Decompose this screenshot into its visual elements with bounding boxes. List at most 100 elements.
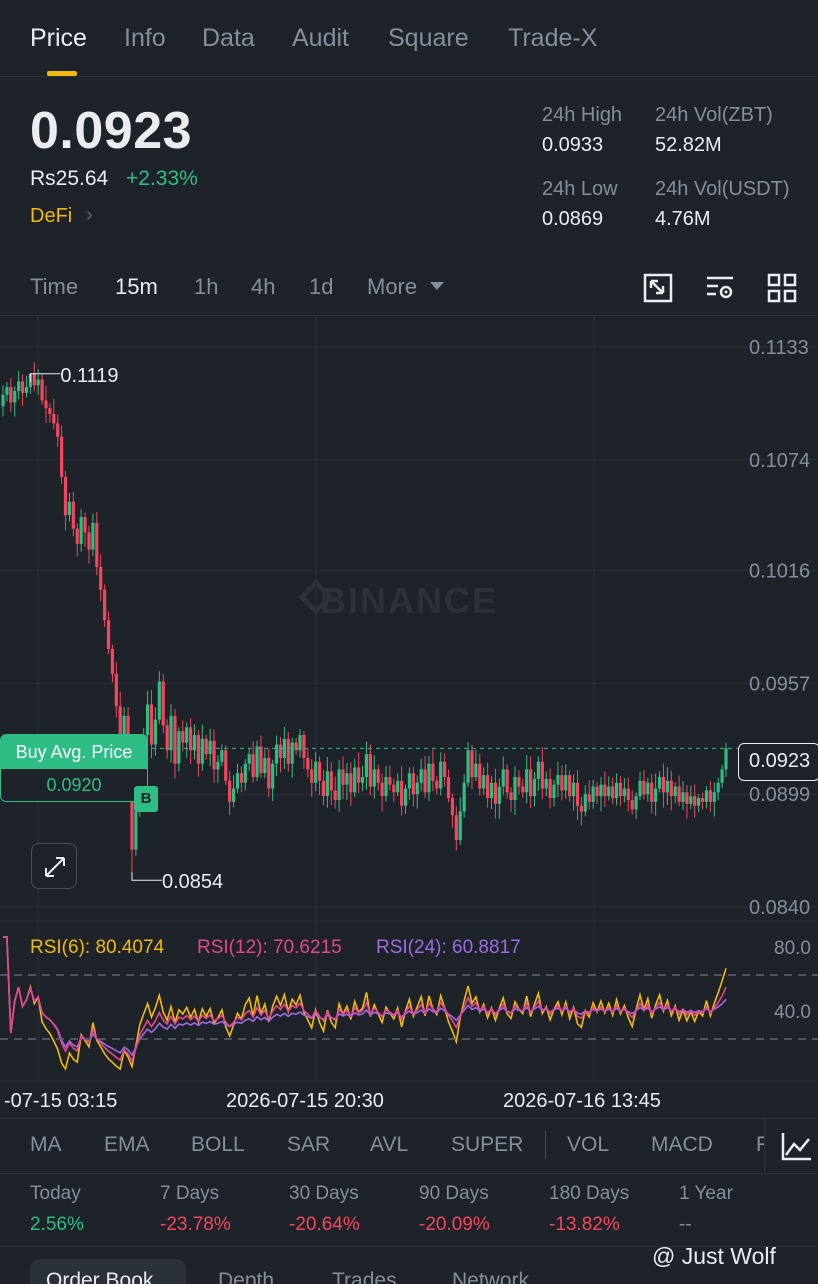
buy-avg-price-box[interactable]: Buy Avg. Price 0.0920 [0, 734, 148, 802]
indicator-boll[interactable]: BOLL [191, 1133, 245, 1157]
active-tab-indicator [47, 71, 77, 76]
candle-body [353, 767, 357, 793]
caret-down-icon [430, 282, 444, 290]
candle-body [146, 704, 150, 735]
candle-body [622, 788, 626, 797]
candle-body [181, 731, 185, 743]
indicator-ma[interactable]: MA [30, 1133, 62, 1157]
layout-grid-icon[interactable] [766, 272, 798, 304]
low-marker-label: 0.0854 [162, 871, 223, 893]
xtick-label: 2026-07-16 13:45 [503, 1090, 661, 1112]
candle-body [247, 754, 251, 764]
candle-body [642, 780, 646, 795]
tab-network[interactable]: Network [452, 1269, 529, 1284]
tab-price[interactable]: Price [30, 24, 87, 53]
perf-value: -23.78% [160, 1214, 231, 1235]
candle-body [431, 763, 435, 781]
candle-body [103, 589, 107, 621]
chart-canvas[interactable]: BINANCE 0.1133 0.1074 0.1016 0.0957 0.0899 0.… [0, 317, 818, 1117]
candle-body [364, 754, 369, 778]
category-tag[interactable]: DeFi [30, 205, 72, 228]
indicator-settings-button[interactable] [764, 1119, 818, 1173]
candle-body [521, 786, 525, 793]
candle-body [474, 763, 478, 778]
candle-body [626, 788, 630, 800]
tab-trade-x[interactable]: Trade-X [508, 24, 597, 53]
candle-body [646, 782, 650, 795]
tab-order-book[interactable]: Order Book [46, 1269, 153, 1284]
candle-body [403, 788, 408, 806]
interval-more[interactable]: More [367, 274, 417, 300]
candle-body [357, 767, 361, 783]
indicator-vol[interactable]: VOL [567, 1133, 609, 1157]
candle-body [591, 786, 595, 802]
indicator-super[interactable]: SUPER [451, 1133, 523, 1157]
stat-24h-vol-base-value: 52.82M [655, 134, 722, 156]
interval-15m[interactable]: 15m [115, 274, 158, 300]
candle-body [704, 790, 709, 802]
candle-body [575, 782, 580, 806]
candle-body [255, 746, 259, 778]
candle-body [673, 786, 677, 797]
tab-depth[interactable]: Depth [218, 1269, 274, 1284]
chart-fullscreen-icon[interactable] [642, 272, 674, 304]
candle-body [188, 727, 193, 751]
candle-body [493, 782, 498, 804]
candle-body [517, 777, 521, 787]
indicator-ema[interactable]: EMA [104, 1133, 150, 1157]
candle-body [525, 769, 529, 793]
candle-body [1, 394, 5, 407]
tab-data[interactable]: Data [202, 24, 255, 53]
chart-settings-icon[interactable] [704, 272, 736, 304]
candle-body [415, 782, 419, 795]
candle-body [134, 811, 138, 850]
perf-value: -- [679, 1214, 692, 1235]
candle-body [208, 740, 212, 755]
candlestick-chart[interactable]: BINANCE 0.1133 0.1074 0.1016 0.0957 0.0899 0.… [0, 317, 818, 1117]
candle-body [654, 788, 658, 802]
perf-label: 1 Year [679, 1183, 733, 1204]
price-axis-tick: 0.1016 [749, 561, 810, 583]
candle-body [427, 763, 431, 793]
interval-1d[interactable]: 1d [309, 274, 333, 300]
candle-body [91, 522, 95, 550]
expand-chart-button[interactable] [31, 843, 77, 889]
candle-body [20, 381, 25, 393]
candle-body [708, 790, 712, 802]
candle-body [310, 769, 314, 783]
candle-body [9, 387, 13, 403]
indicator-avl[interactable]: AVL [370, 1133, 408, 1157]
candle-body [13, 390, 17, 403]
buy-marker-badge[interactable]: B [134, 786, 158, 812]
tab-trades[interactable]: Trades [332, 1269, 397, 1284]
perf-label: 30 Days [289, 1183, 359, 1204]
indicator-divider [545, 1131, 546, 1159]
tab-square[interactable]: Square [388, 24, 469, 53]
candle-body [67, 501, 72, 516]
candle-body [376, 769, 380, 783]
tab-info[interactable]: Info [124, 24, 166, 53]
interval-1h[interactable]: 1h [194, 274, 218, 300]
candle-body [720, 769, 724, 783]
candle-body [697, 798, 701, 806]
interval-time[interactable]: Time [30, 274, 78, 300]
candle-body [478, 763, 482, 789]
candle-body [52, 413, 56, 424]
candle-body [388, 777, 392, 785]
candle-body [321, 780, 326, 797]
candle-body [579, 805, 583, 812]
candle-body [302, 734, 306, 758]
candle-body [482, 775, 486, 789]
candle-body [220, 750, 224, 762]
rsi-ytick-40: 40.0 [774, 1002, 811, 1023]
candle-body [532, 778, 537, 797]
candle-body [700, 798, 705, 802]
indicator-macd[interactable]: MACD [651, 1133, 713, 1157]
line-chart-icon [781, 1133, 811, 1161]
indicator-sar[interactable]: SAR [287, 1133, 330, 1157]
candle-body [56, 423, 60, 437]
perf-value: -13.82% [549, 1214, 620, 1235]
price-axis-tick: 0.0840 [749, 897, 810, 919]
interval-4h[interactable]: 4h [251, 274, 275, 300]
tab-audit[interactable]: Audit [292, 24, 349, 53]
